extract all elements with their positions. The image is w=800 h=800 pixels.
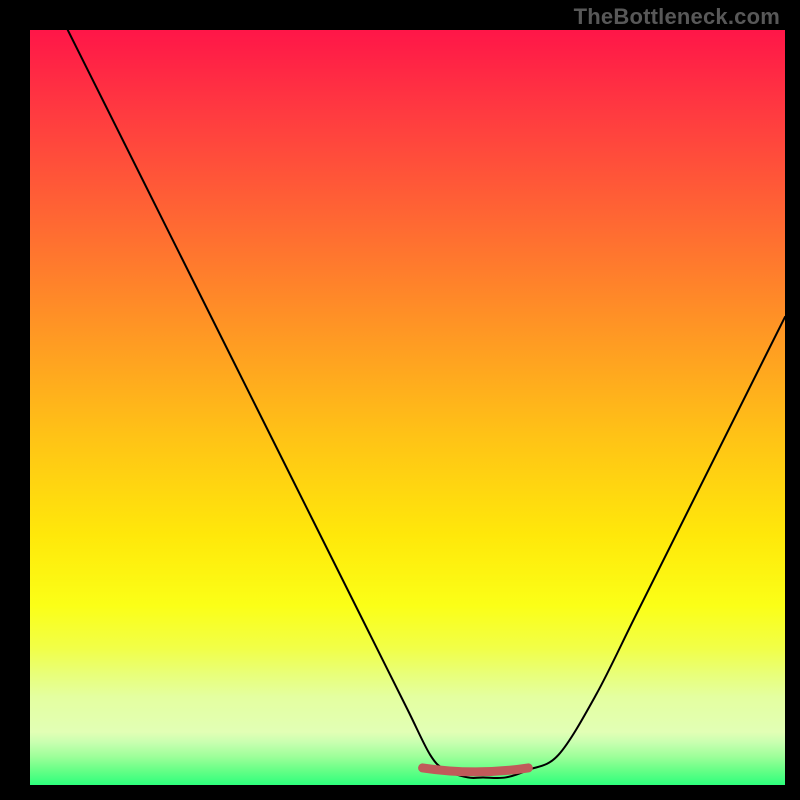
- bottleneck-curve: [68, 30, 785, 778]
- flat-region-marker: [423, 768, 529, 772]
- curve-layer: [30, 30, 785, 785]
- plot-area: [30, 30, 785, 785]
- watermark-text: TheBottleneck.com: [574, 4, 780, 30]
- chart-frame: TheBottleneck.com: [0, 0, 800, 800]
